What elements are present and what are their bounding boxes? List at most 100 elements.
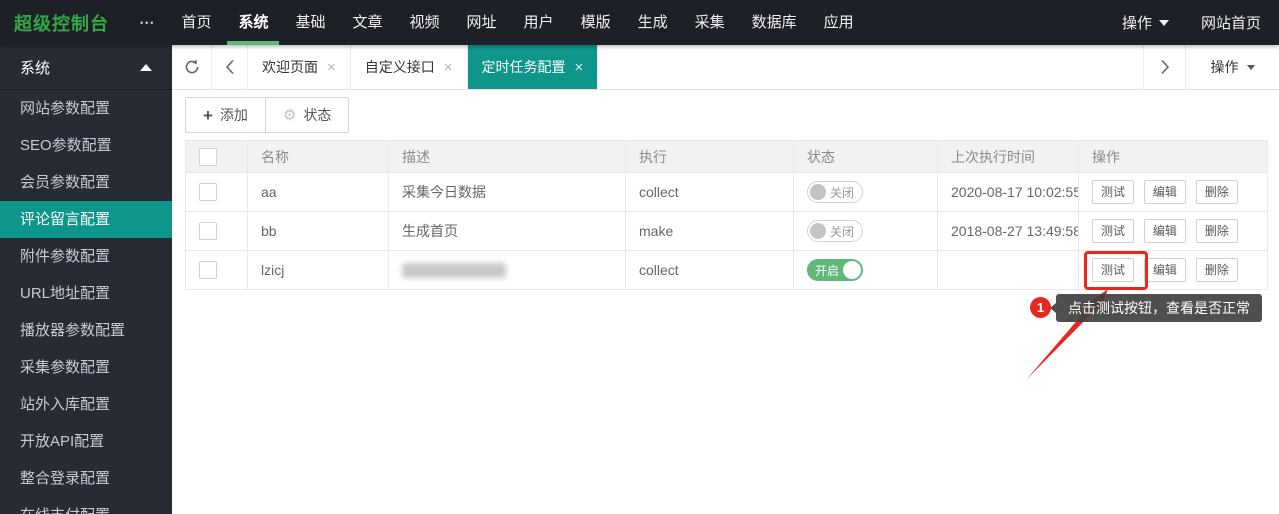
cell-last-run [938, 251, 1079, 290]
close-icon[interactable]: × [327, 60, 336, 75]
sidebar-item-comment-config[interactable]: 评论留言配置 [0, 201, 172, 238]
status-toggle-off[interactable]: 关闭 [807, 220, 863, 242]
sidebar-item-integrated-login[interactable]: 整合登录配置 [0, 460, 172, 497]
nav-item-database[interactable]: 数据库 [752, 0, 797, 45]
delete-button[interactable]: 删除 [1196, 219, 1238, 243]
chevron-right-icon [1160, 59, 1170, 75]
close-icon[interactable]: × [444, 60, 453, 75]
cell-description-redacted [389, 251, 626, 290]
cell-description: 采集今日数据 [389, 173, 626, 212]
sidebar-item-online-payment[interactable]: 在线支付配置 [0, 497, 172, 514]
tab-custom-api[interactable]: 自定义接口 × [351, 45, 468, 89]
navbar-menu: 首页 系统 基础 文章 视频 网址 用户 模版 生成 采集 数据库 应用 [181, 0, 853, 45]
status-toggle-on[interactable]: 开启 [807, 259, 863, 281]
sidebar-item-member-params[interactable]: 会员参数配置 [0, 164, 172, 201]
test-button[interactable]: 测试 [1092, 180, 1134, 204]
edit-button[interactable]: 编辑 [1144, 180, 1186, 204]
cell-name: lzicj [248, 251, 389, 290]
close-icon[interactable]: × [575, 60, 584, 75]
refresh-button[interactable] [172, 45, 212, 89]
nav-item-template[interactable]: 模版 [581, 0, 611, 45]
col-header-execute: 执行 [626, 141, 794, 173]
sidebar-group-label: 系统 [20, 57, 50, 78]
sidebar-item-url-config[interactable]: URL地址配置 [0, 275, 172, 312]
nav-item-article[interactable]: 文章 [353, 0, 383, 45]
tabs-scroll-right-button[interactable] [1143, 45, 1185, 89]
status-button-label: 状态 [303, 105, 331, 125]
select-all-checkbox[interactable] [199, 148, 217, 166]
navbar-operate-label: 操作 [1122, 12, 1152, 33]
col-header-status: 状态 [794, 141, 938, 173]
top-navbar: 超级控制台 ••• 首页 系统 基础 文章 视频 网址 用户 模版 生成 采集 … [0, 0, 1279, 45]
tab-scheduled-tasks[interactable]: 定时任务配置 × [468, 45, 599, 89]
cell-execute: collect [626, 173, 794, 212]
tab-welcome-page[interactable]: 欢迎页面 × [248, 45, 351, 89]
toggle-knob [843, 261, 861, 279]
cell-name: bb [248, 212, 389, 251]
nav-item-video[interactable]: 视频 [410, 0, 440, 45]
col-header-description: 描述 [389, 141, 626, 173]
toggle-label: 关闭 [830, 184, 854, 201]
status-button[interactable]: ⚙ 状态 [265, 97, 349, 133]
nav-item-collect[interactable]: 采集 [695, 0, 725, 45]
toggle-label: 开启 [815, 262, 839, 279]
row-checkbox[interactable] [199, 183, 217, 201]
nav-item-url[interactable]: 网址 [467, 0, 497, 45]
app-logo: 超级控制台 [0, 10, 140, 36]
annotation-step-badge: 1 [1030, 297, 1051, 318]
chevron-down-icon [1159, 20, 1169, 26]
table-row: lzicj collect 开启 测试 编辑 [186, 251, 1268, 290]
add-button[interactable]: + 添加 [185, 97, 265, 133]
nav-item-basic[interactable]: 基础 [295, 0, 325, 45]
nav-item-app[interactable]: 应用 [824, 0, 854, 45]
table-header-row: 名称 描述 执行 状态 上次执行时间 操作 [186, 141, 1268, 173]
sidebar-item-site-params[interactable]: 网站参数配置 [0, 90, 172, 127]
row-checkbox[interactable] [199, 261, 217, 279]
status-toggle-off[interactable]: 关闭 [807, 181, 863, 203]
toggle-knob [810, 223, 826, 239]
sidebar-item-attachment-params[interactable]: 附件参数配置 [0, 238, 172, 275]
col-header-last-run: 上次执行时间 [938, 141, 1079, 173]
cell-last-run: 2018-08-27 13:49:58 [938, 212, 1079, 251]
cell-execute: make [626, 212, 794, 251]
tab-label: 定时任务配置 [482, 57, 566, 77]
sidebar-item-collect-params[interactable]: 采集参数配置 [0, 349, 172, 386]
tabs-operate-label: 操作 [1211, 57, 1239, 77]
edit-button[interactable]: 编辑 [1144, 219, 1186, 243]
sidebar-item-open-api[interactable]: 开放API配置 [0, 423, 172, 460]
tasks-table: 名称 描述 执行 状态 上次执行时间 操作 aa 采集今日数据 collect [185, 140, 1268, 290]
col-header-name: 名称 [248, 141, 389, 173]
delete-button[interactable]: 删除 [1196, 180, 1238, 204]
plus-icon: + [203, 107, 213, 124]
cell-last-run: 2020-08-17 10:02:55 [938, 173, 1079, 212]
site-home-link[interactable]: 网站首页 [1201, 12, 1261, 33]
table-toolbar: + 添加 ⚙ 状态 [185, 97, 349, 133]
sidebar-item-external-storage[interactable]: 站外入库配置 [0, 386, 172, 423]
gear-icon: ⚙ [283, 108, 296, 123]
tabs-operate-dropdown[interactable]: 操作 [1185, 45, 1279, 89]
sidebar-item-player-params[interactable]: 播放器参数配置 [0, 312, 172, 349]
nav-item-user[interactable]: 用户 [524, 0, 554, 45]
delete-button[interactable]: 删除 [1196, 258, 1238, 282]
add-button-label: 添加 [220, 105, 248, 125]
test-button-highlighted[interactable]: 测试 [1092, 258, 1134, 282]
navbar-operate-dropdown[interactable]: 操作 [1122, 12, 1169, 33]
toggle-label: 关闭 [830, 223, 854, 240]
content-panel: + 添加 ⚙ 状态 名称 描述 执行 [172, 90, 1279, 514]
more-icon[interactable]: ••• [140, 18, 155, 28]
tab-bar: 欢迎页面 × 自定义接口 × 定时任务配置 × 操作 [172, 45, 1279, 90]
test-button[interactable]: 测试 [1092, 219, 1134, 243]
row-checkbox[interactable] [199, 222, 217, 240]
chevron-left-icon [225, 59, 235, 75]
sidebar-item-seo-params[interactable]: SEO参数配置 [0, 127, 172, 164]
sidebar-group-system[interactable]: 系统 [0, 45, 172, 90]
toggle-knob [810, 184, 826, 200]
edit-button[interactable]: 编辑 [1144, 258, 1186, 282]
nav-item-home[interactable]: 首页 [181, 0, 211, 45]
cell-name: aa [248, 173, 389, 212]
tabs-scroll-left-button[interactable] [212, 45, 248, 89]
refresh-icon [183, 58, 201, 76]
nav-item-system[interactable]: 系统 [238, 0, 268, 45]
chevron-down-icon [1247, 65, 1255, 70]
nav-item-generate[interactable]: 生成 [638, 0, 668, 45]
